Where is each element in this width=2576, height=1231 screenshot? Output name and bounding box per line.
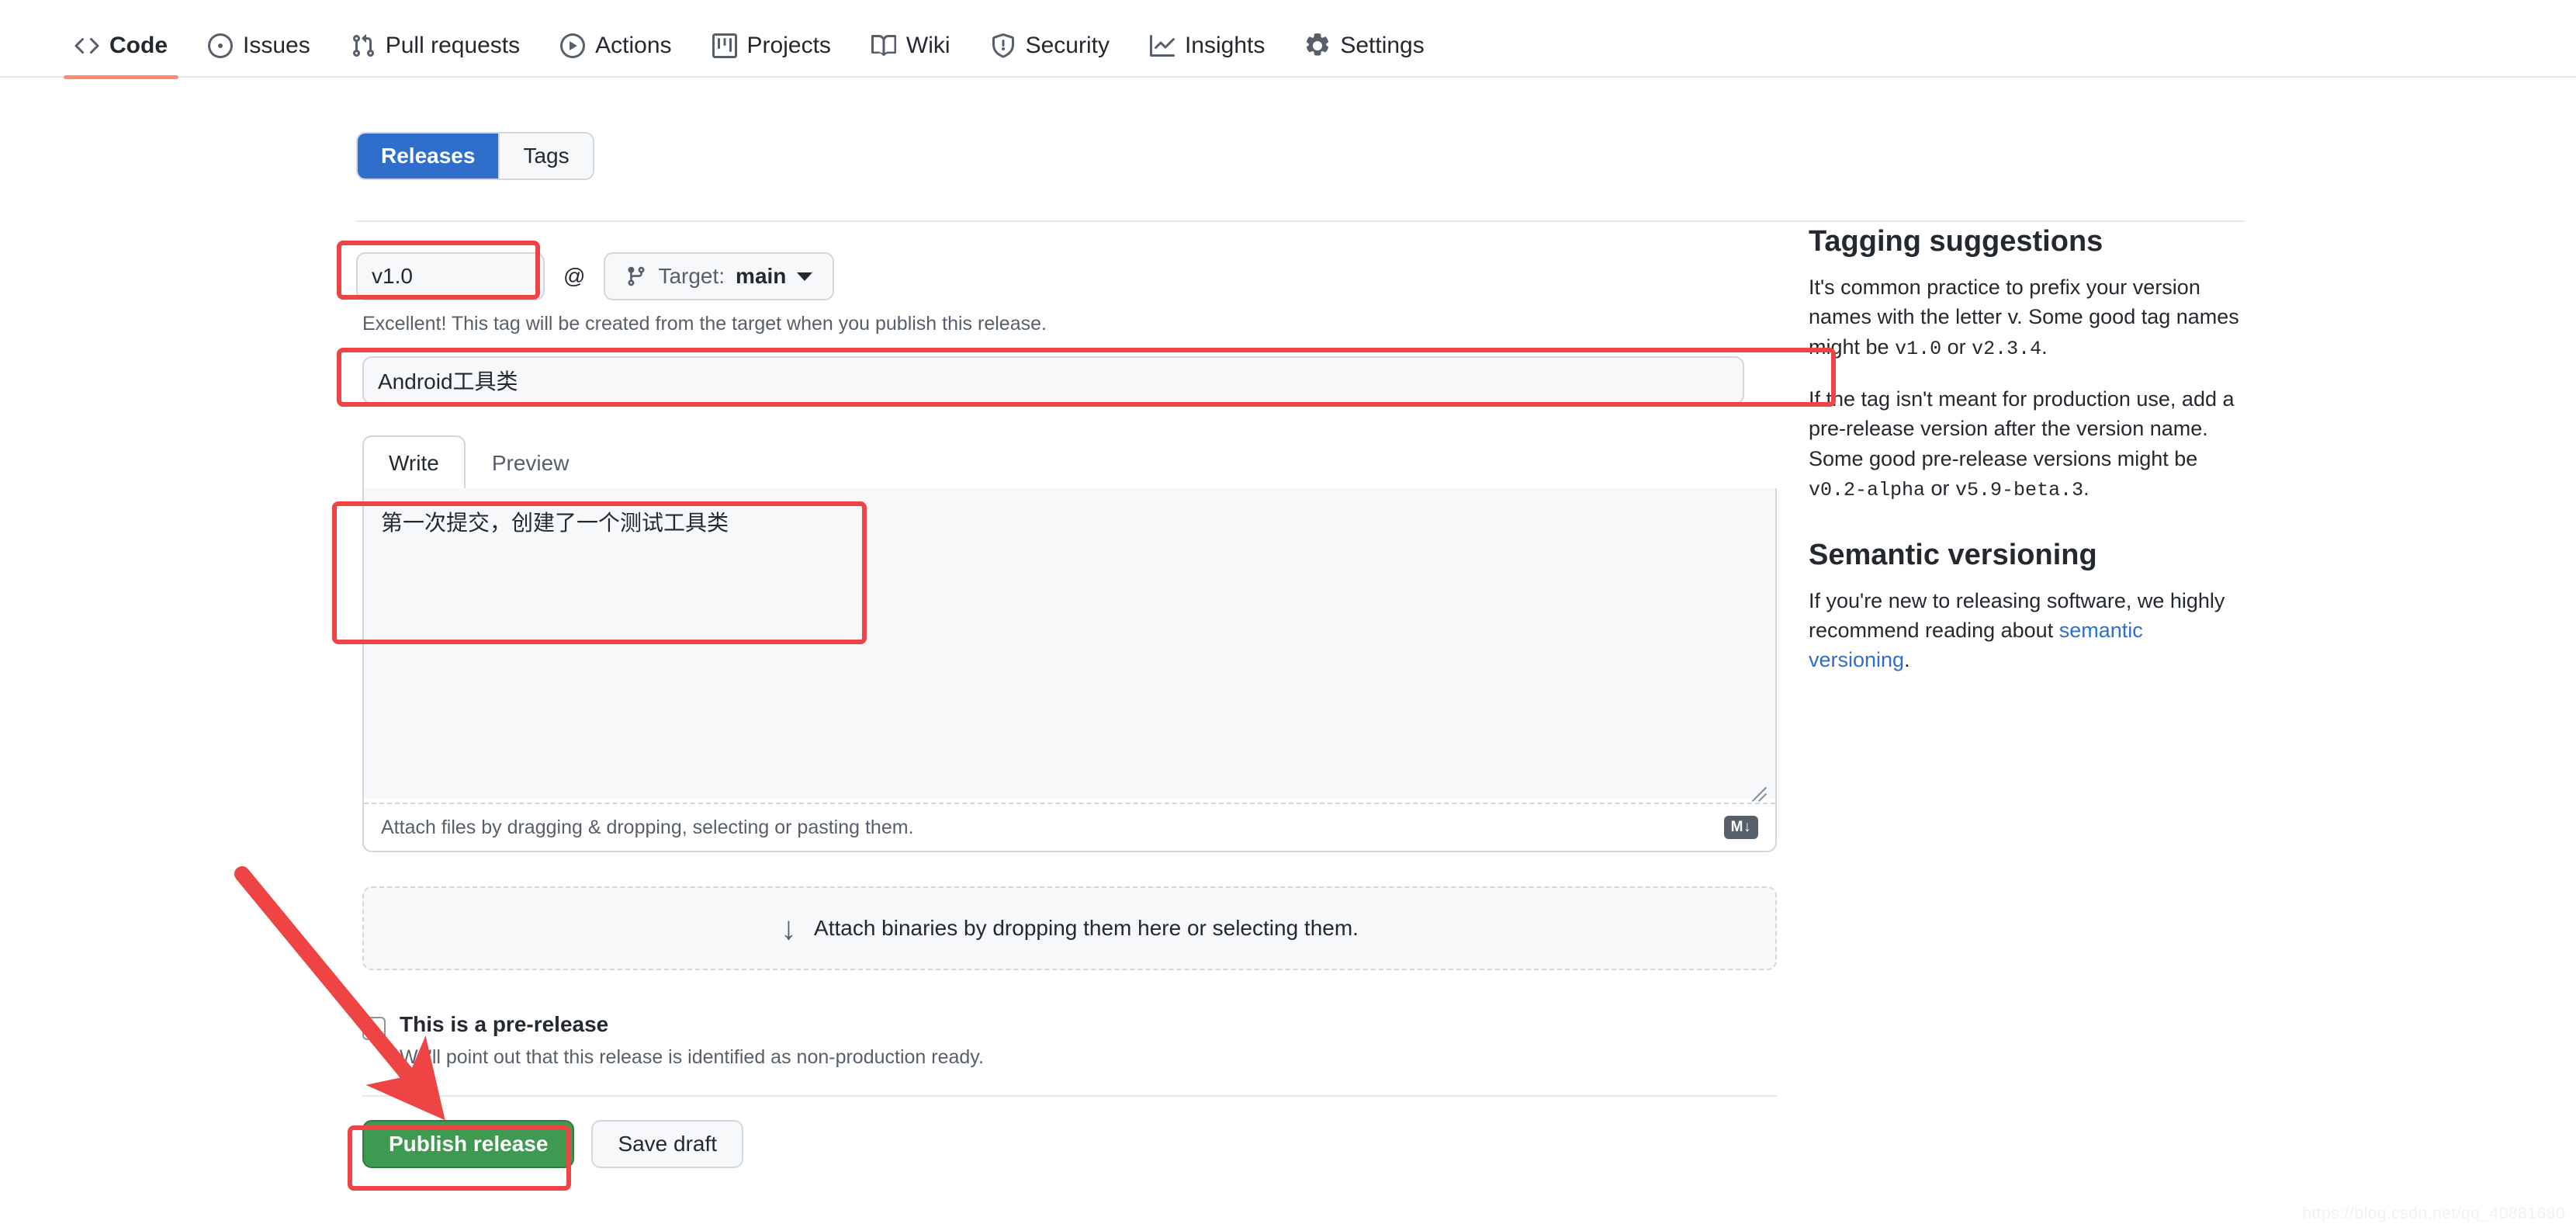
issue-opened-icon [208, 33, 233, 58]
git-pull-request-icon [351, 33, 376, 58]
nav-item-projects[interactable]: Projects [698, 33, 845, 78]
tag-row: @ Target: main [356, 249, 1771, 303]
download-arrow-icon: ↓ [781, 912, 797, 945]
nav-item-label: Pull requests [386, 33, 520, 59]
tagging-p1-text-b: or [1941, 335, 1972, 359]
semver-text-b: . [1904, 648, 1910, 671]
nav-item-label: Wiki [906, 33, 950, 59]
watermark: https://blog.csdn.net/qq_40881680 [2302, 1205, 2565, 1223]
nav-item-label: Code [109, 33, 168, 59]
releases-tags-segmented-control: Releases Tags [356, 132, 594, 180]
tagging-p1-code-1: v1.0 [1895, 338, 1941, 360]
at-separator: @ [563, 264, 585, 289]
nav-item-settings[interactable]: Settings [1291, 33, 1438, 78]
graph-icon [1150, 33, 1175, 58]
attach-files-hint: Attach files by dragging & dropping, sel… [381, 817, 914, 839]
nav-item-pull-requests[interactable]: Pull requests [337, 33, 534, 78]
nav-item-label: Projects [747, 33, 831, 59]
project-icon [712, 33, 737, 58]
bottom-divider [362, 1095, 1777, 1097]
attach-files-bar[interactable]: Attach files by dragging & dropping, sel… [364, 803, 1775, 851]
semver-text-a: If you're new to releasing software, we … [1809, 589, 2225, 642]
prerelease-checkbox[interactable] [362, 1017, 386, 1040]
tagging-p1-code-2: v2.3.4 [1972, 338, 2041, 360]
book-icon [871, 33, 896, 58]
nav-item-security[interactable]: Security [977, 33, 1124, 78]
repo-nav-bar: Code Issues Pull requests Actions [0, 0, 2576, 78]
tab-tags[interactable]: Tags [500, 134, 592, 179]
release-title-input[interactable] [362, 356, 1744, 404]
nav-item-label: Settings [1340, 33, 1424, 59]
play-icon [560, 33, 585, 58]
prerelease-row: This is a pre-release [362, 1012, 1771, 1040]
tab-write[interactable]: Write [362, 435, 466, 490]
target-label: Target: [658, 264, 725, 289]
tagging-p2-text-c: . [2083, 477, 2090, 500]
release-body-textarea[interactable]: 第一次提交，创建了一个测试工具类 [364, 488, 1775, 799]
sidebar-help: Tagging suggestions It's common practice… [1809, 225, 2243, 675]
tagging-p1-text-c: . [2041, 335, 2048, 359]
publish-release-button[interactable]: Publish release [362, 1120, 574, 1168]
prerelease-section: This is a pre-release We'll point out th… [362, 1012, 1771, 1069]
write-preview-tabs: Write Preview [362, 434, 1771, 488]
tagging-suggestions-paragraph-1: It's common practice to prefix your vers… [1809, 272, 2243, 362]
semantic-versioning-heading: Semantic versioning [1809, 539, 2243, 572]
prerelease-description: We'll point out that this release is ide… [400, 1046, 1771, 1069]
nav-item-issues[interactable]: Issues [194, 33, 324, 78]
tagging-suggestions-paragraph-2: If the tag isn't meant for production us… [1809, 384, 2243, 504]
binaries-dropzone[interactable]: ↓ Attach binaries by dropping them here … [362, 886, 1777, 970]
target-value: main [736, 264, 786, 289]
save-draft-button[interactable]: Save draft [591, 1120, 743, 1168]
nav-item-label: Insights [1185, 33, 1265, 59]
tagging-p2-text-a: If the tag isn't meant for production us… [1809, 387, 2235, 470]
prerelease-label[interactable]: This is a pre-release [400, 1012, 608, 1037]
binaries-dropzone-text: Attach binaries by dropping them here or… [814, 916, 1359, 941]
tab-preview[interactable]: Preview [466, 435, 596, 490]
tag-version-input[interactable] [356, 252, 545, 300]
semantic-versioning-paragraph: If you're new to releasing software, we … [1809, 586, 2243, 675]
nav-item-label: Security [1026, 33, 1110, 59]
nav-item-wiki[interactable]: Wiki [857, 33, 964, 78]
git-branch-icon [625, 265, 647, 287]
gear-icon [1305, 33, 1330, 58]
repo-nav-list: Code Issues Pull requests Actions [0, 0, 2576, 78]
tagging-p2-text-b: or [1925, 477, 1955, 500]
code-icon [74, 33, 99, 58]
tab-releases[interactable]: Releases [358, 134, 498, 179]
tag-help-text: Excellent! This tag will be created from… [362, 313, 1771, 335]
nav-item-insights[interactable]: Insights [1136, 33, 1279, 78]
release-form: @ Target: main Excellent! This tag will … [356, 221, 1771, 1168]
tagging-p2-code-1: v0.2-alpha [1809, 479, 1925, 501]
nav-item-label: Issues [243, 33, 310, 59]
shield-icon [991, 33, 1016, 58]
nav-item-actions[interactable]: Actions [546, 33, 685, 78]
tagging-suggestions-heading: Tagging suggestions [1809, 225, 2243, 258]
form-actions: Publish release Save draft [362, 1120, 1771, 1168]
chevron-down-icon [797, 272, 812, 281]
release-body-editor: 第一次提交，创建了一个测试工具类 Attach files by draggin… [362, 488, 1777, 852]
nav-item-label: Actions [595, 33, 671, 59]
page-content: Releases Tags @ Target: main Excellent! … [0, 78, 2576, 1231]
target-branch-dropdown[interactable]: Target: main [604, 252, 834, 300]
nav-item-code[interactable]: Code [61, 33, 182, 78]
tagging-p2-code-2: v5.9-beta.3 [1955, 479, 2083, 501]
markdown-badge-icon[interactable]: M↓ [1724, 816, 1758, 839]
